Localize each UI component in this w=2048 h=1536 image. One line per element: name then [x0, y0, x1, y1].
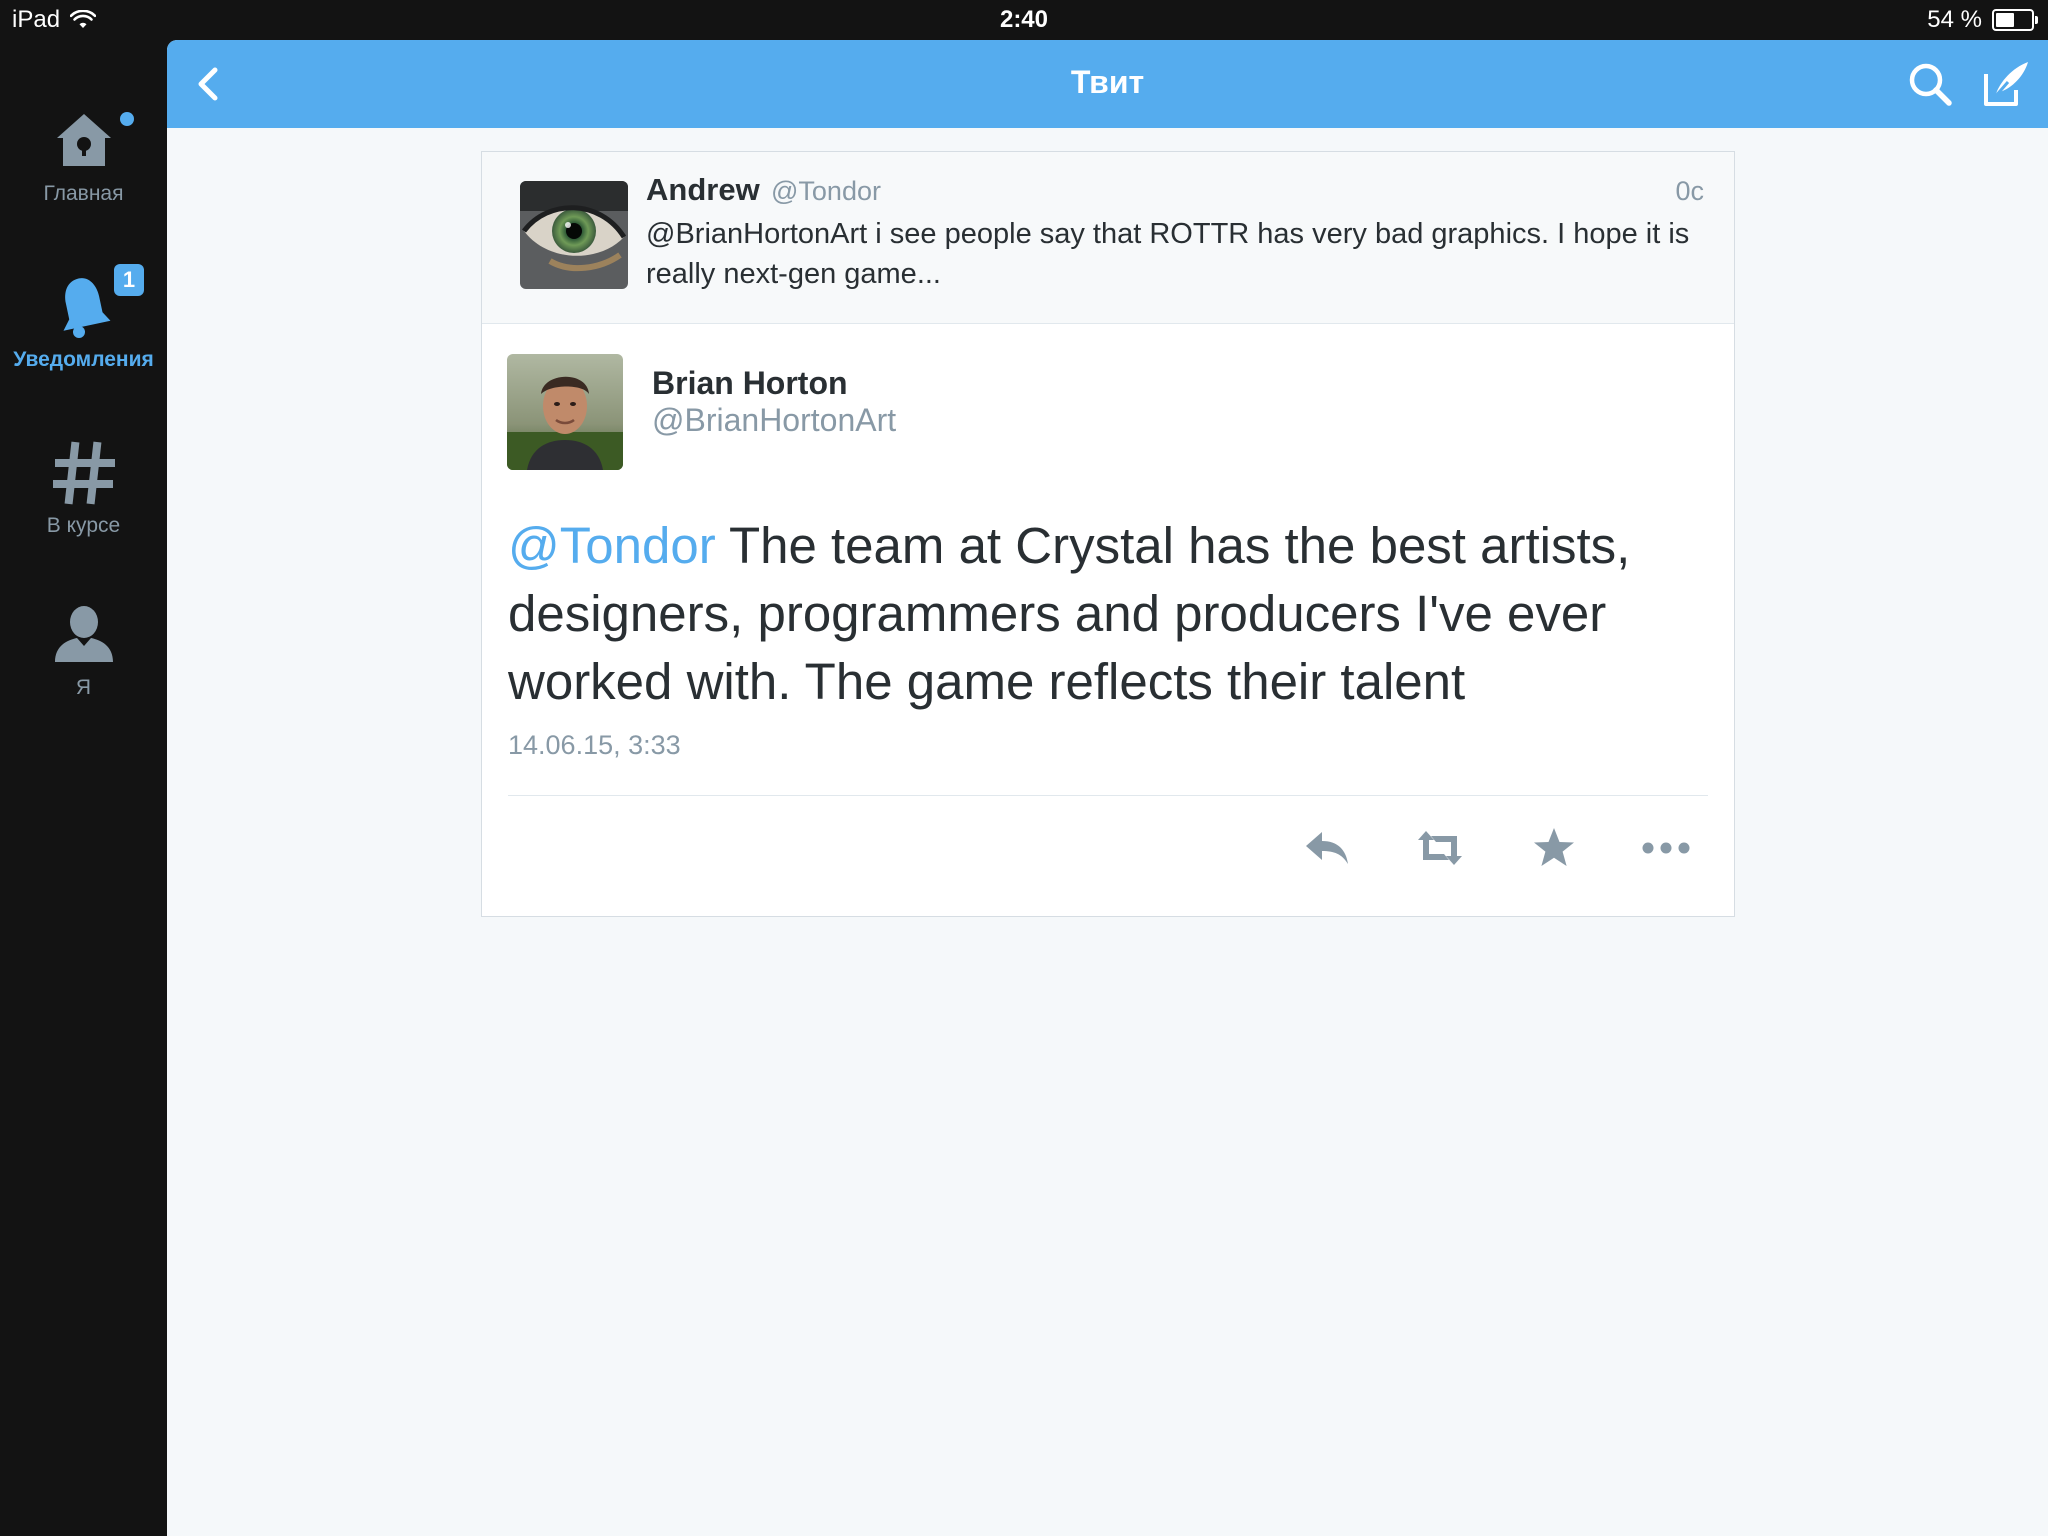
- profile-icon: [49, 600, 119, 670]
- sidebar: Главная Уведомления 1 В курсе Я: [0, 40, 167, 1536]
- status-bar: iPad 2:40 54 %: [0, 0, 2048, 40]
- retweet-button[interactable]: [1412, 820, 1468, 876]
- home-icon: [49, 106, 119, 176]
- eye-avatar-image: [520, 181, 628, 289]
- author-name[interactable]: Andrew: [646, 172, 760, 208]
- battery-icon: [1992, 9, 2038, 31]
- status-right: 54 %: [1927, 6, 2038, 34]
- tweet-text: @Tondor The team at Crystal has the best…: [508, 512, 1688, 716]
- sidebar-item-label: Я: [75, 676, 92, 699]
- more-button[interactable]: [1638, 820, 1694, 876]
- sidebar-item-label: Главная: [43, 182, 124, 205]
- reply-button[interactable]: [1300, 820, 1356, 876]
- page-title: Твит: [1070, 64, 1145, 100]
- tweet-card: Andrew @Tondor 0с @BrianHortonArt i see …: [481, 151, 1735, 917]
- tweet-timestamp: 0с: [1675, 176, 1704, 206]
- new-content-dot: [120, 112, 134, 126]
- profile-photo-image: [507, 354, 623, 470]
- sidebar-item-trending[interactable]: В курсе: [0, 438, 167, 538]
- author-handle[interactable]: @Tondor: [771, 176, 881, 207]
- hashtag-icon: [49, 438, 119, 508]
- compose-icon: [1984, 62, 2028, 106]
- avatar[interactable]: [520, 181, 628, 289]
- nav-bar: Твит: [167, 40, 2048, 128]
- tweet-text: @BrianHortonArt i see people say that RO…: [646, 218, 1690, 290]
- sidebar-item-home[interactable]: Главная: [0, 106, 167, 206]
- author-handle[interactable]: @BrianHortonArt: [652, 402, 896, 439]
- favorite-button[interactable]: [1526, 820, 1582, 876]
- search-icon: [1909, 63, 1952, 106]
- sidebar-item-label: Уведомления: [13, 348, 154, 371]
- sidebar-item-label: В курсе: [46, 514, 121, 537]
- divider: [508, 795, 1708, 796]
- star-icon: [1534, 828, 1574, 866]
- sidebar-item-me[interactable]: Я: [0, 600, 167, 700]
- avatar[interactable]: [507, 354, 623, 470]
- compose-button[interactable]: [1982, 60, 2032, 108]
- parent-tweet[interactable]: Andrew @Tondor 0с @BrianHortonArt i see …: [482, 152, 1734, 324]
- bell-icon: [49, 272, 119, 342]
- tweet-date: 14.06.15, 3:33: [508, 730, 681, 760]
- status-time: 2:40: [999, 6, 1049, 33]
- more-icon: [1642, 842, 1690, 854]
- retweet-icon: [1418, 831, 1462, 865]
- mention-link[interactable]: @Tondor: [508, 517, 716, 574]
- search-button[interactable]: [1906, 60, 1954, 108]
- main-content: Твит Andrew @Tondor 0с @BrianHortonArt i…: [167, 40, 2048, 1536]
- reply-icon: [1306, 832, 1348, 864]
- notification-badge: 1: [114, 264, 144, 296]
- author-name[interactable]: Brian Horton: [652, 365, 848, 402]
- battery-percent: 54 %: [1927, 6, 1982, 33]
